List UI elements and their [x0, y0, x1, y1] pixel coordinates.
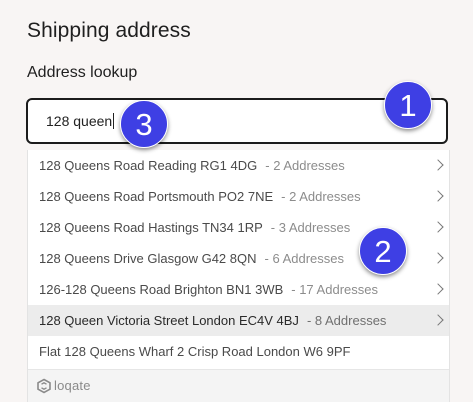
chevron-right-icon	[432, 221, 444, 233]
suggestion-address: Flat 128 Queens Wharf 2 Crisp Road Londo…	[39, 344, 351, 359]
address-suggestions-dropdown: 128 Queens Road Reading RG1 4DG - 2 Addre…	[27, 150, 450, 402]
dropdown-footer: loqate	[28, 369, 449, 402]
annotation-marker-3: 3	[120, 100, 168, 148]
text-caret	[113, 113, 115, 129]
loqate-brand-text: loqate	[54, 378, 91, 393]
chevron-right-icon	[432, 190, 444, 202]
suggestion-count: - 3 Addresses	[270, 220, 351, 235]
suggestion-item[interactable]: 128 Queens Road Portsmouth PO2 7NE - 2 Ad…	[28, 181, 449, 212]
suggestion-item[interactable]: 128 Queens Road Reading RG1 4DG - 2 Addre…	[28, 150, 449, 181]
suggestion-count: - 2 Addresses	[265, 158, 345, 173]
loqate-logo-icon	[37, 378, 51, 394]
suggestion-address: 128 Queens Road Hastings TN34 1RP	[39, 220, 263, 235]
suggestion-count: - 2 Addresses	[281, 189, 361, 204]
suggestion-item[interactable]: 126-128 Queens Road Brighton BN1 3WB - 17…	[28, 274, 449, 305]
suggestion-address: 128 Queen Victoria Street London EC4V 4B…	[39, 313, 299, 328]
annotation-marker-2: 2	[359, 227, 407, 275]
chevron-right-icon	[432, 252, 444, 264]
address-lookup-input-value[interactable]: 128 queen	[46, 113, 115, 129]
chevron-right-icon	[432, 283, 444, 295]
suggestion-count: - 8 Addresses	[306, 313, 387, 328]
suggestion-item-highlighted[interactable]: 128 Queen Victoria Street London EC4V 4B…	[28, 305, 449, 336]
suggestion-address: 126-128 Queens Road Brighton BN1 3WB	[39, 282, 284, 297]
suggestion-count: - 6 Addresses	[264, 251, 345, 266]
page-title: Shipping address	[27, 19, 191, 42]
suggestion-address: 128 Queens Drive Glasgow G42 8QN	[39, 251, 257, 266]
input-text: 128 queen	[46, 113, 113, 129]
suggestion-count: - 17 Addresses	[291, 282, 378, 297]
annotation-marker-1: 1	[384, 81, 432, 129]
chevron-right-icon	[432, 314, 444, 326]
suggestion-item[interactable]: Flat 128 Queens Wharf 2 Crisp Road Londo…	[28, 336, 449, 367]
suggestion-address: 128 Queens Road Reading RG1 4DG	[39, 158, 258, 173]
address-lookup-label: Address lookup	[27, 64, 138, 81]
chevron-right-icon	[432, 159, 444, 171]
suggestion-address: 128 Queens Road Portsmouth PO2 7NE	[39, 189, 274, 204]
